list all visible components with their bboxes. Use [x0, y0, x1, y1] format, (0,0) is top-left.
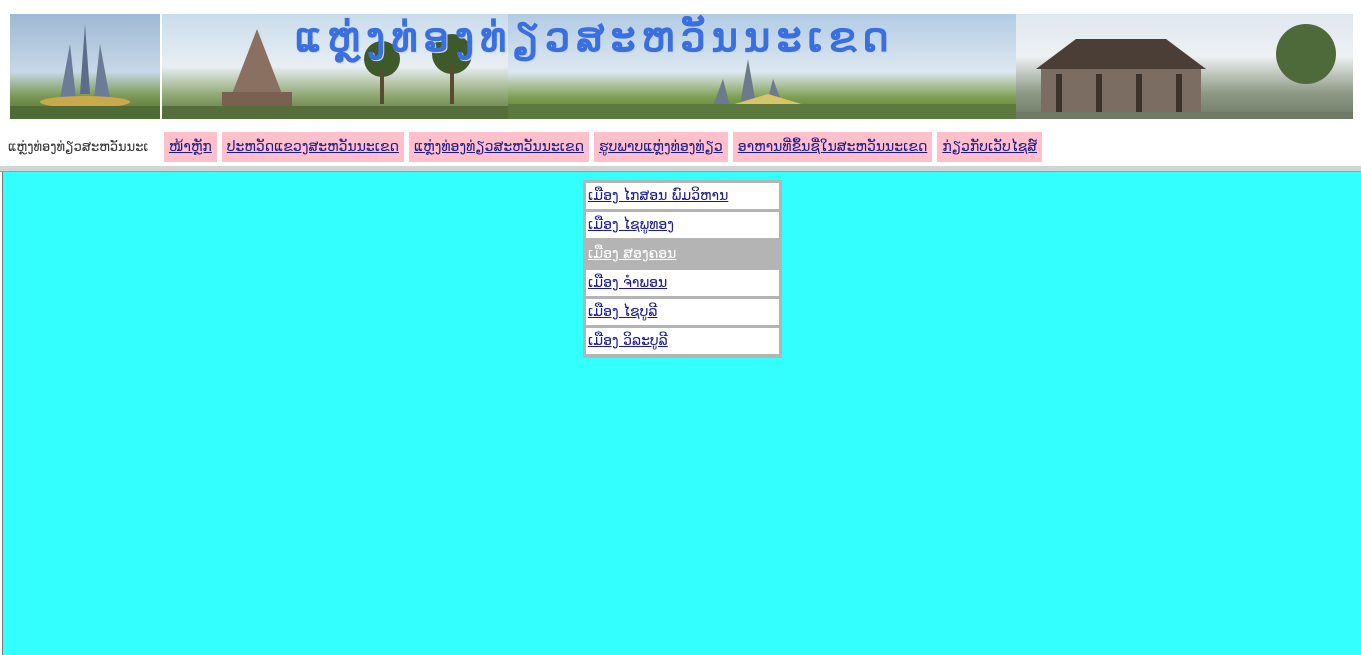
top-nav: ແຫຼ່ງທ່ອງທ່ຽວສະຫວັນນະເ ໜ້າຫຼັກ ປະຫວັດແຂວ… [8, 130, 1047, 164]
nav-gallery-link[interactable]: ຮູບພາບແຫຼ່ງທ່ອງທ່ຽວ [594, 132, 728, 162]
nav-about-link[interactable]: ກ່ຽວກັບເວັບໄຊສ໌ [937, 132, 1043, 162]
district-item-vilabouly[interactable]: ເມືອງ ວິລະບູລີ [586, 328, 779, 354]
district-item-songkhone[interactable]: ເມືອງ ສອງຄອນ [586, 241, 779, 267]
site-brand: ແຫຼ່ງທ່ອງທ່ຽວສະຫວັນນະເ [8, 139, 149, 155]
district-item-xayphouthong[interactable]: ເມືອງ ໄຊພູທອງ [586, 212, 779, 238]
monument-photo [10, 14, 160, 119]
district-item-xaybouly[interactable]: ເມືອງ ໄຊບູລີ [586, 299, 779, 325]
header-banner: ແຫຼ່ງທ່ອງທ່ຽວສະຫວັນນະເຂດ [10, 14, 1353, 119]
district-item-champhone[interactable]: ເມືອງ ຈຳພອນ [586, 270, 779, 296]
nav-history-link[interactable]: ປະຫວັດແຂວງສະຫວັນນະເຂດ [221, 132, 404, 162]
nav-food-link[interactable]: ອາຫານທີ່ຂຶ້ນຊື່ໃນສະຫວັນນະເຂດ [732, 132, 933, 162]
monument-illustration [10, 24, 160, 119]
district-item-kaysone[interactable]: ເມືອງ ໄກສອນ ພົມວິຫານ [586, 183, 779, 209]
district-list: ເມືອງ ໄກສອນ ພົມວິຫານ ເມືອງ ໄຊພູທອງ ເມືອງ… [583, 180, 782, 358]
nav-home-link[interactable]: ໜ້າຫຼັກ [164, 132, 217, 162]
main-content: ເມືອງ ໄກສອນ ພົມວິຫານ ເມືອງ ໄຊພູທອງ ເມືອງ… [2, 172, 1361, 655]
banner-title: ແຫຼ່ງທ່ອງທ່ຽວສະຫວັນນະເຂດ [295, 14, 895, 61]
nav-attractions-link[interactable]: ແຫຼ່ງທ່ອງທ່ຽວສະຫວັນນະເຂດ [408, 132, 589, 162]
